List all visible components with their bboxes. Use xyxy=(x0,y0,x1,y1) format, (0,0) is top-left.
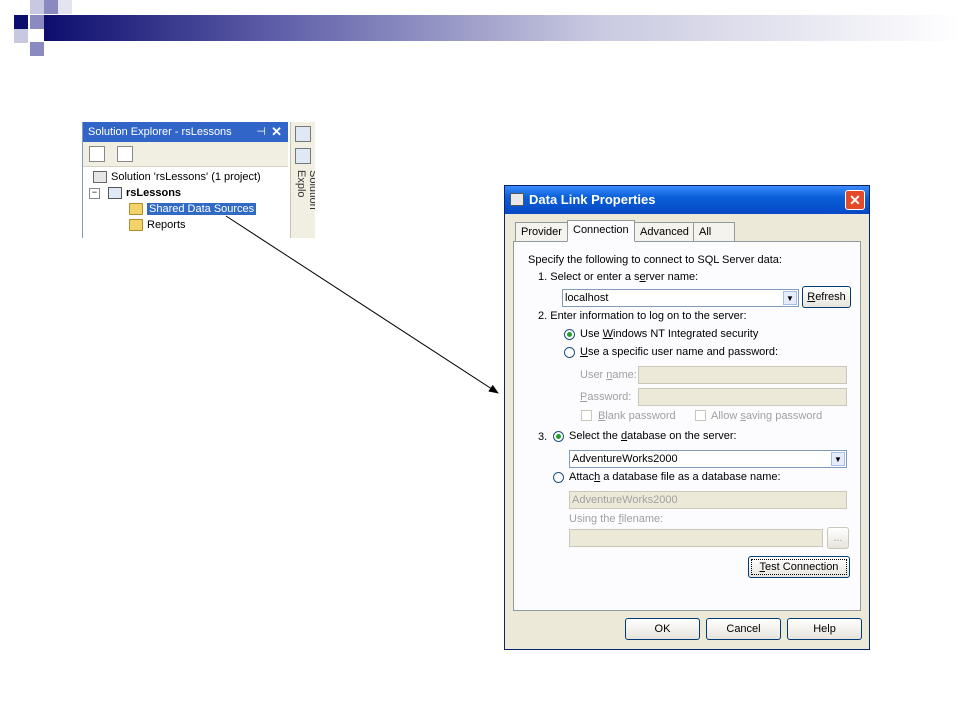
intro-text: Specify the following to connect to SQL … xyxy=(528,254,782,266)
tab-all[interactable]: All xyxy=(693,222,735,241)
attach-database-radio[interactable] xyxy=(553,472,564,483)
browse-button[interactable]: ... xyxy=(827,527,849,549)
connection-panel: Specify the following to connect to SQL … xyxy=(513,241,861,611)
server-name-value: localhost xyxy=(565,292,609,304)
blank-password-checkbox[interactable] xyxy=(581,410,592,421)
step1-label: 1. Select or enter a server name: xyxy=(538,271,699,283)
dialog-title: Data Link Properties xyxy=(529,192,656,207)
help-button[interactable]: Help xyxy=(787,618,862,640)
select-database-label[interactable]: Select the database on the server: xyxy=(569,430,737,442)
data-link-properties-dialog: Data Link Properties ✕ Provider Connecti… xyxy=(504,185,870,650)
server-name-combobox[interactable]: localhost ▼ xyxy=(562,289,799,307)
close-button[interactable]: ✕ xyxy=(845,190,865,210)
password-field[interactable] xyxy=(638,388,847,406)
tab-advanced[interactable]: Advanced xyxy=(634,222,695,241)
allow-saving-password-label[interactable]: Allow saving password xyxy=(711,410,822,422)
test-connection-button[interactable]: Test Connection xyxy=(748,556,850,578)
specific-user-radio[interactable] xyxy=(564,347,575,358)
user-name-field[interactable] xyxy=(638,366,847,384)
refresh-button[interactable]: Refresh xyxy=(802,286,851,308)
nt-security-label[interactable]: Use Windows NT Integrated security xyxy=(580,328,758,340)
blank-password-label[interactable]: Blank password xyxy=(598,410,676,422)
select-database-radio[interactable] xyxy=(553,431,564,442)
filename-label: Using the filename: xyxy=(569,513,664,525)
dialog-titlebar: Data Link Properties ✕ xyxy=(505,186,869,214)
tab-connection[interactable]: Connection xyxy=(567,220,635,242)
step3-number: 3. xyxy=(538,431,548,443)
database-value: AdventureWorks2000 xyxy=(572,453,678,465)
password-label: Password: xyxy=(580,391,632,403)
database-combobox[interactable]: AdventureWorks2000 ▼ xyxy=(569,450,847,468)
allow-saving-password-checkbox[interactable] xyxy=(695,410,706,421)
attach-database-name-field[interactable]: AdventureWorks2000 xyxy=(569,491,847,509)
dropdown-arrow-icon[interactable]: ▼ xyxy=(831,452,845,466)
dropdown-arrow-icon[interactable]: ▼ xyxy=(783,291,797,305)
ok-button[interactable]: OK xyxy=(625,618,700,640)
user-name-label: User name: xyxy=(580,369,637,381)
step2-label: 2. Enter information to log on to the se… xyxy=(538,310,747,322)
data-link-icon xyxy=(510,193,524,206)
tab-provider[interactable]: Provider xyxy=(515,222,568,241)
nt-security-radio[interactable] xyxy=(564,329,575,340)
filename-field[interactable] xyxy=(569,529,823,547)
attach-database-label[interactable]: Attach a database file as a database nam… xyxy=(569,471,781,483)
specific-user-label[interactable]: Use a specific user name and password: xyxy=(580,346,778,358)
cancel-button[interactable]: Cancel xyxy=(706,618,781,640)
